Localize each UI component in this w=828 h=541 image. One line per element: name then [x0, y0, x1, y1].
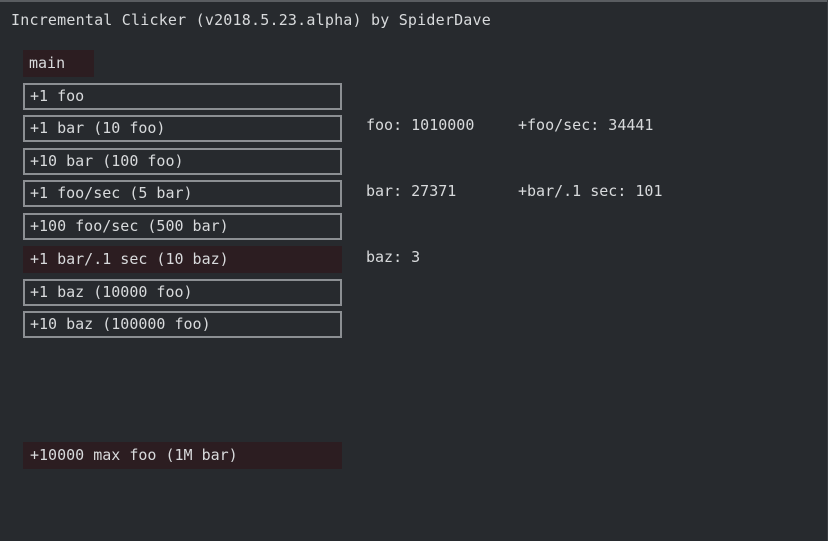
resource-stats: foo: 1010000 bar: 27371 baz: 3 [366, 70, 474, 290]
bar-count: bar: 27371 [366, 182, 457, 200]
tab-main[interactable]: main [23, 50, 94, 77]
app-title: Incremental Clicker (v2018.5.23.alpha) b… [11, 11, 491, 29]
add-10-baz-button[interactable]: +10 baz (100000 foo) [23, 311, 342, 338]
add-1-foo-per-sec-button[interactable]: +1 foo/sec (5 bar) [23, 180, 342, 207]
foo-count: foo: 1010000 [366, 116, 475, 134]
rate-stats: +foo/sec: 34441 +bar/.1 sec: 101 [518, 70, 663, 224]
window-top-border [0, 0, 828, 2]
add-1-baz-button[interactable]: +1 baz (10000 foo) [23, 279, 342, 306]
add-1-foo-button[interactable]: +1 foo [23, 83, 342, 110]
add-10000-max-foo-button[interactable]: +10000 max foo (1M bar) [23, 442, 342, 469]
bar-per-tenth-sec-rate: +bar/.1 sec: 101 [518, 182, 663, 200]
add-1-bar-button[interactable]: +1 bar (10 foo) [23, 115, 342, 142]
foo-per-sec-rate: +foo/sec: 34441 [518, 116, 654, 134]
add-100-foo-per-sec-button[interactable]: +100 foo/sec (500 bar) [23, 213, 342, 240]
baz-count: baz: 3 [366, 248, 421, 266]
add-1-bar-per-tenth-sec-button[interactable]: +1 bar/.1 sec (10 baz) [23, 246, 342, 273]
add-10-bar-button[interactable]: +10 bar (100 foo) [23, 148, 342, 175]
